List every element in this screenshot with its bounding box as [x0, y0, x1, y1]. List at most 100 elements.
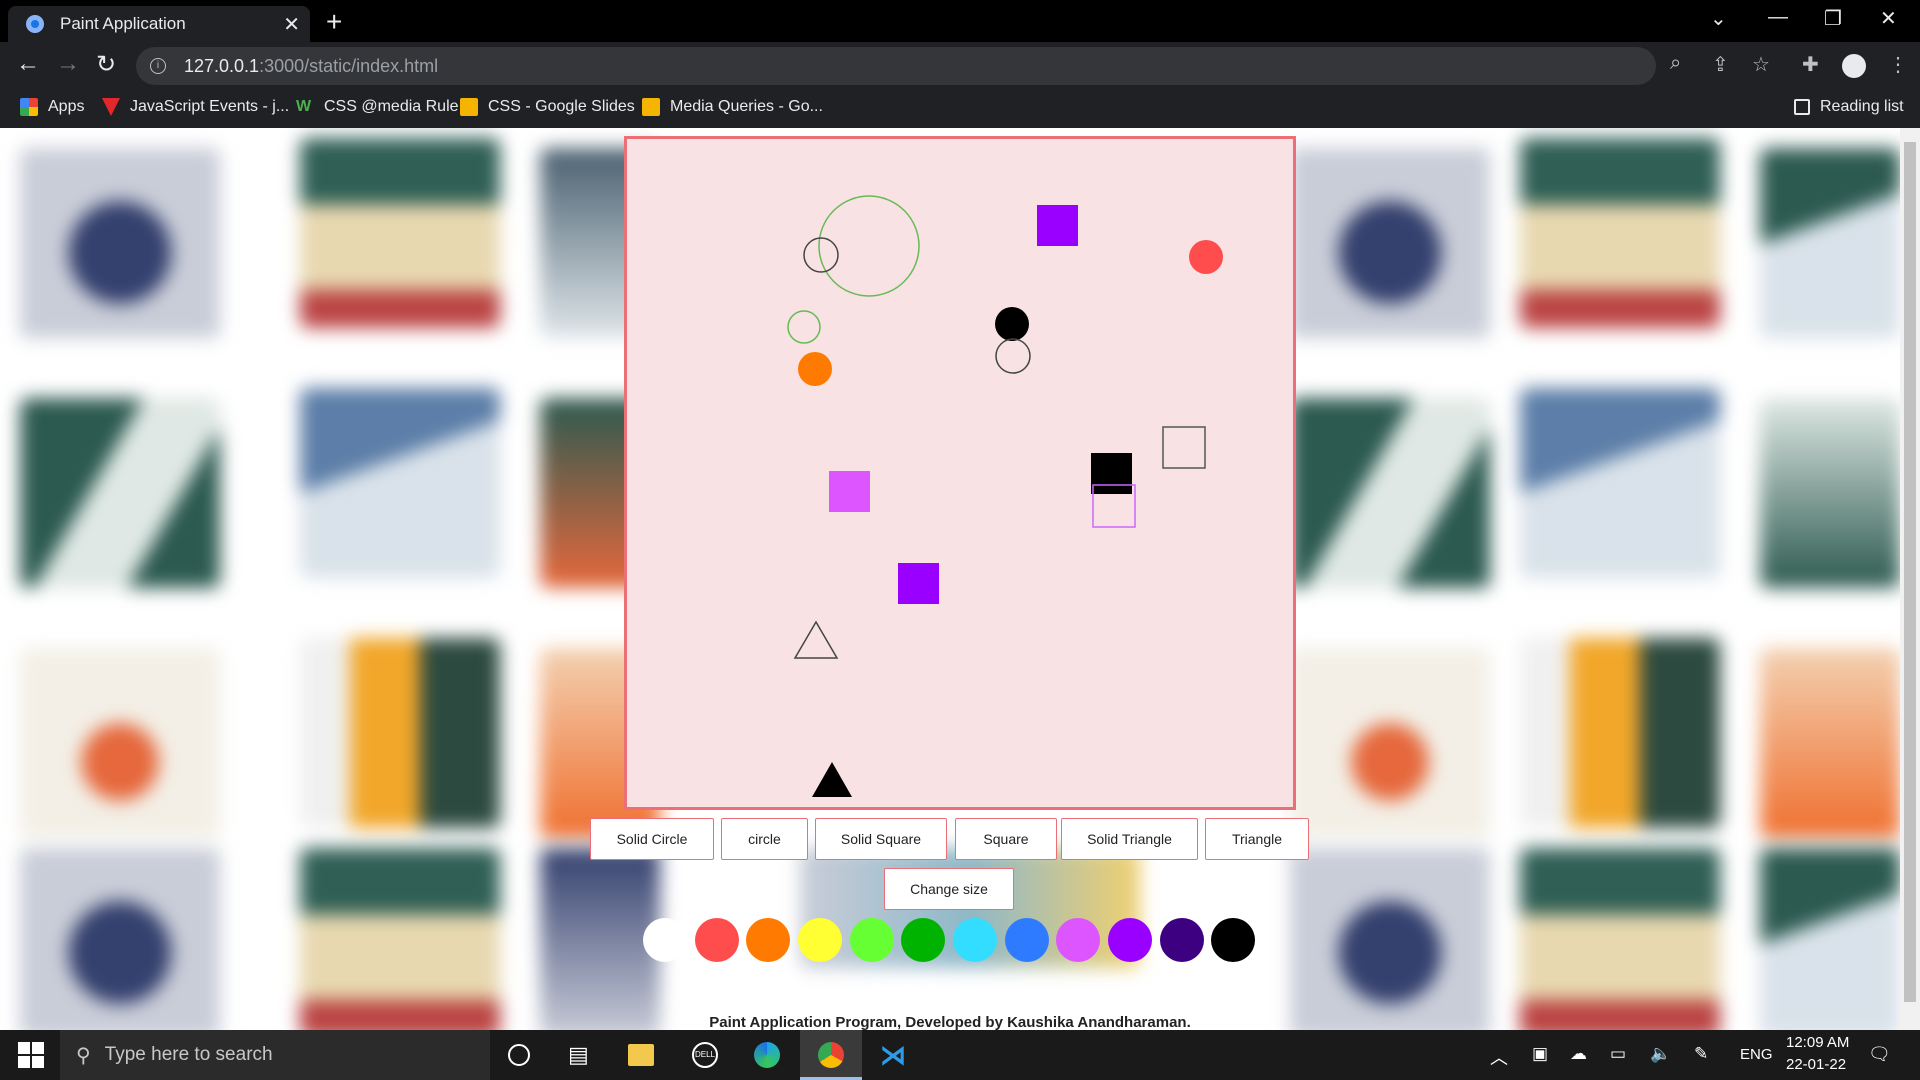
shape-square-solid — [898, 563, 939, 604]
background-image — [20, 398, 220, 588]
clock-time[interactable]: 12:09 AM — [1786, 1034, 1849, 1051]
minimize-icon[interactable]: — — [1768, 6, 1788, 29]
color-swatch-orange[interactable] — [746, 918, 790, 962]
profile-avatar-icon[interactable] — [1842, 54, 1866, 78]
background-image — [1290, 148, 1490, 338]
tab-search-icon[interactable]: ⌄ — [1710, 6, 1727, 31]
background-image — [1520, 848, 1720, 1030]
solid-circle-button[interactable]: Solid Circle — [590, 818, 714, 860]
color-swatch-red[interactable] — [695, 918, 739, 962]
pen-icon[interactable]: ✎ — [1694, 1044, 1708, 1064]
windows-start-icon[interactable] — [18, 1042, 44, 1068]
bookmark-css-media[interactable]: W CSS @media Rule — [296, 98, 459, 116]
background-image — [300, 848, 500, 1030]
paint-canvas[interactable] — [624, 136, 1296, 810]
bookmark-js-events[interactable]: JavaScript Events - j... — [102, 98, 289, 116]
language-indicator[interactable]: ENG — [1740, 1046, 1773, 1063]
background-image — [540, 848, 660, 1030]
search-icon: ⚲ — [76, 1044, 91, 1067]
color-swatch-indigo[interactable] — [1160, 918, 1204, 962]
solid-triangle-button[interactable]: Solid Triangle — [1061, 818, 1198, 860]
background-image — [300, 388, 500, 578]
battery-icon[interactable]: ▭ — [1610, 1044, 1626, 1064]
browser-tab[interactable]: Paint Application ✕ — [8, 6, 310, 42]
forward-icon[interactable]: → — [56, 50, 80, 78]
task-view-icon[interactable]: ▤ — [568, 1042, 594, 1068]
url-path: :3000/static/index.html — [259, 55, 439, 76]
apps-grid-icon — [20, 98, 38, 116]
address-bar[interactable]: i 127.0.0.1 :3000/static/index.html — [136, 47, 1656, 85]
cortana-icon[interactable] — [508, 1044, 530, 1066]
bookmark-label: CSS @media Rule — [324, 98, 459, 115]
shape-triangle-solid — [812, 762, 852, 797]
onedrive-icon[interactable]: ☁ — [1570, 1044, 1587, 1064]
tray-overflow-icon[interactable]: ︿ — [1490, 1044, 1508, 1070]
search-placeholder: Type here to search — [104, 1044, 273, 1065]
menu-kebab-icon[interactable]: ⋮ — [1888, 52, 1908, 77]
color-swatch-purple[interactable] — [1108, 918, 1152, 962]
w3schools-icon: W — [296, 98, 312, 115]
shape-circle-outline — [995, 338, 1031, 374]
chrome-icon — [818, 1042, 844, 1068]
shape-square-outline — [1162, 426, 1206, 469]
taskbar-search-box[interactable]: ⚲ Type here to search — [60, 1030, 490, 1080]
zoom-icon[interactable]: ⌕ — [1670, 52, 1681, 75]
back-icon[interactable]: ← — [16, 50, 40, 78]
extensions-icon[interactable]: ✚ — [1802, 52, 1819, 77]
clock-date[interactable]: 22-01-22 — [1786, 1056, 1846, 1073]
file-explorer-icon[interactable] — [628, 1044, 654, 1066]
color-swatch-yellow[interactable] — [798, 918, 842, 962]
bookmark-label: CSS - Google Slides — [488, 98, 635, 115]
bookmark-google-slides[interactable]: CSS - Google Slides — [460, 98, 635, 116]
slides-icon — [460, 98, 478, 116]
background-image — [1290, 648, 1490, 838]
meet-now-icon[interactable]: ▣ — [1532, 1044, 1548, 1064]
new-tab-icon[interactable]: + — [326, 6, 342, 38]
shape-circle-outline — [803, 237, 839, 273]
bookmark-star-icon[interactable]: ☆ — [1752, 52, 1770, 77]
shape-square-solid — [829, 471, 870, 512]
page-footer: Paint Application Program, Developed by … — [709, 1014, 1191, 1031]
color-swatch-pink[interactable] — [1056, 918, 1100, 962]
background-image — [1760, 148, 1900, 338]
page-scrollbar[interactable] — [1900, 128, 1920, 1030]
share-icon[interactable]: ⇪ — [1712, 52, 1729, 77]
scrollbar-thumb[interactable] — [1904, 142, 1916, 1002]
circle-button[interactable]: circle — [721, 818, 808, 860]
background-image — [300, 638, 500, 828]
background-image — [1290, 398, 1490, 588]
close-window-icon[interactable]: ✕ — [1880, 6, 1897, 31]
change-size-button[interactable]: Change size — [884, 868, 1014, 910]
reading-list-label: Reading list — [1820, 98, 1904, 115]
bookmark-apps[interactable]: Apps — [20, 98, 84, 116]
color-swatch-light-green[interactable] — [850, 918, 894, 962]
square-button[interactable]: Square — [955, 818, 1057, 860]
browser-titlebar: Paint Application ✕ + ⌄ — ❐ ✕ — [0, 0, 1920, 42]
shape-square-solid — [1091, 453, 1132, 494]
shape-square-solid — [1037, 205, 1078, 246]
dell-icon[interactable]: DELL — [692, 1042, 718, 1068]
background-image — [300, 138, 500, 328]
color-swatch-green[interactable] — [901, 918, 945, 962]
triangle-button[interactable]: Triangle — [1205, 818, 1309, 860]
edge-icon[interactable] — [754, 1042, 780, 1068]
reading-list[interactable]: Reading list — [1794, 98, 1904, 116]
color-swatch-black[interactable] — [1211, 918, 1255, 962]
site-info-icon[interactable]: i — [150, 58, 166, 74]
background-image — [1760, 848, 1900, 1030]
color-swatch-white[interactable] — [643, 918, 687, 962]
close-tab-icon[interactable]: ✕ — [283, 12, 300, 37]
javascript-site-icon — [102, 98, 120, 116]
color-swatch-cyan[interactable] — [953, 918, 997, 962]
restore-icon[interactable]: ❐ — [1824, 6, 1842, 31]
color-swatch-blue[interactable] — [1005, 918, 1049, 962]
notification-icon[interactable]: 🗨 — [1868, 1044, 1891, 1065]
volume-icon[interactable]: 🔈 — [1650, 1044, 1671, 1064]
solid-square-button[interactable]: Solid Square — [815, 818, 947, 860]
vscode-icon[interactable]: ⋊ — [880, 1042, 906, 1068]
windows-taskbar: ⚲ Type here to search ▤ DELL ⋊ ︿ ▣ ☁ ▭ 🔈… — [0, 1030, 1920, 1080]
chrome-taskbar-active[interactable] — [800, 1030, 862, 1080]
reload-icon[interactable]: ↻ — [96, 50, 116, 79]
bookmark-media-queries[interactable]: Media Queries - Go... — [642, 98, 823, 116]
coords-readout: X coords: 291, Y c — [872, 980, 965, 994]
